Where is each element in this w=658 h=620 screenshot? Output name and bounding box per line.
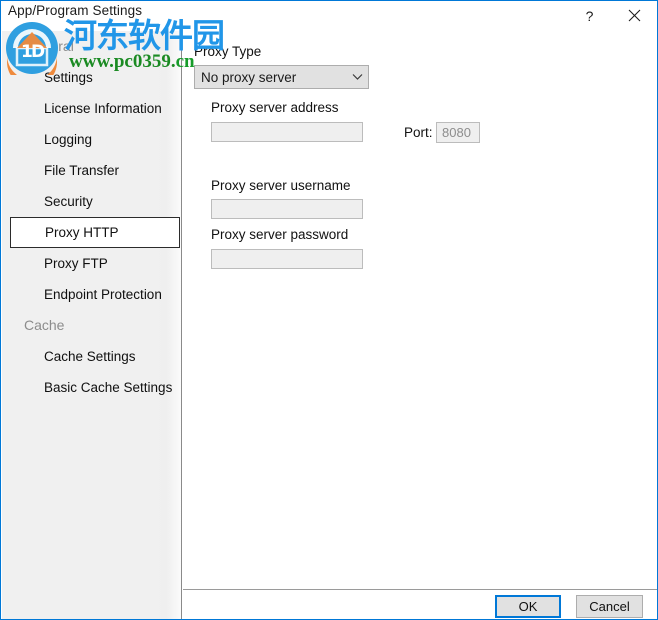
window-title: App/Program Settings [8,3,143,18]
sidebar-group-cache: Cache [24,317,65,333]
dialog-footer: OK Cancel [183,590,657,619]
port-label: Port: [404,125,433,140]
proxy-type-label: Proxy Type [194,44,262,59]
cancel-button[interactable]: Cancel [576,595,643,618]
settings-dialog-window: App/Program Settings ? General Settings … [0,0,658,620]
proxy-type-value: No proxy server [201,69,297,85]
title-bar: App/Program Settings ? [1,1,657,31]
ok-button[interactable]: OK [495,595,561,618]
proxy-server-username-input[interactable] [211,199,363,219]
proxy-http-panel: Proxy Type No proxy server Proxy server … [183,31,657,589]
caption-buttons: ? [567,1,657,30]
sidebar-item-settings[interactable]: Settings [2,62,181,93]
proxy-server-username-label: Proxy server username [211,178,351,193]
sidebar-item-endpoint-protection[interactable]: Endpoint Protection [2,279,181,310]
help-button[interactable]: ? [567,1,612,30]
sidebar-item-cache-settings[interactable]: Cache Settings [2,341,181,372]
sidebar-item-file-transfer[interactable]: File Transfer [2,155,181,186]
chevron-down-icon [346,73,368,81]
close-button[interactable] [612,1,657,30]
proxy-server-password-label: Proxy server password [211,227,349,242]
sidebar-item-basic-cache-settings[interactable]: Basic Cache Settings [2,372,181,403]
sidebar-item-security[interactable]: Security [2,186,181,217]
sidebar-item-logging[interactable]: Logging [2,124,181,155]
proxy-server-address-input[interactable] [211,122,363,142]
sidebar-item-license-information[interactable]: License Information [2,93,181,124]
close-icon [628,9,641,22]
sidebar-nav-list: General Settings License Information Log… [2,31,181,403]
sidebar-item-proxy-http[interactable]: Proxy HTTP [10,217,180,248]
port-input[interactable] [436,122,480,143]
sidebar-item-proxy-ftp[interactable]: Proxy FTP [2,248,181,279]
proxy-server-address-label: Proxy server address [211,100,339,115]
proxy-type-dropdown[interactable]: No proxy server [194,65,369,89]
sidebar-group-general: General [24,38,74,54]
settings-sidebar: General Settings License Information Log… [2,31,182,619]
proxy-server-password-input[interactable] [211,249,363,269]
